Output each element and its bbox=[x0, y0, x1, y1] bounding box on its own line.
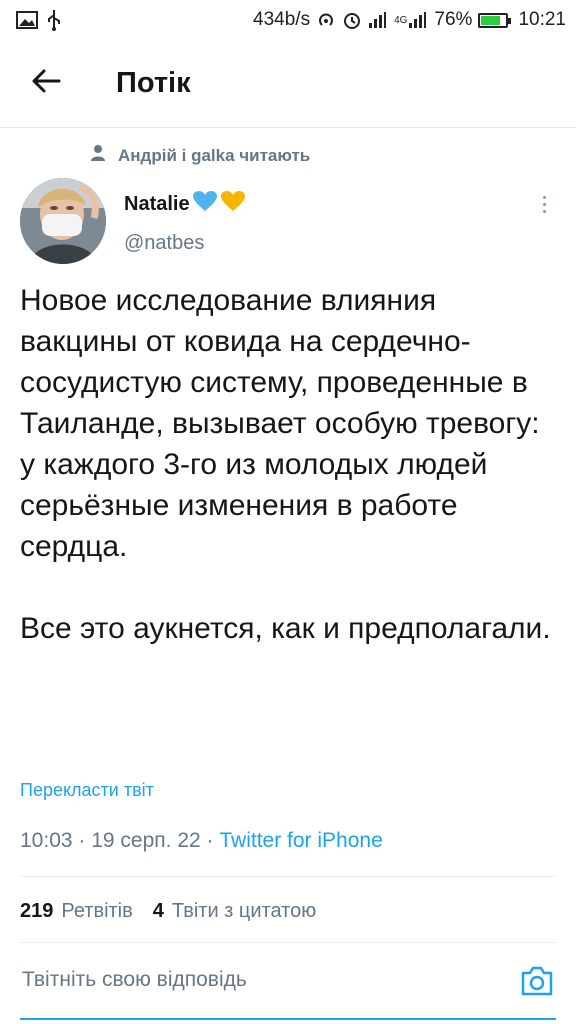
tweet-stats: 219 Ретвітів 4 Твіти з цитатою bbox=[20, 900, 316, 923]
blue-heart-icon bbox=[192, 190, 218, 218]
camera-button[interactable] bbox=[518, 964, 556, 1002]
usb-icon bbox=[46, 9, 62, 31]
image-icon bbox=[16, 11, 38, 29]
tweet-text: Новое исследование влияния вакцины от ко… bbox=[20, 280, 560, 649]
retweets-label: Ретвітів bbox=[61, 900, 133, 922]
quotes-stat[interactable]: 4 Твіти з цитатою bbox=[153, 900, 316, 923]
more-options-button[interactable] bbox=[534, 190, 554, 218]
avatar[interactable] bbox=[20, 178, 106, 264]
tweet-paragraph: Новое исследование влияния вакцины от ко… bbox=[20, 284, 540, 563]
translate-tweet-link[interactable]: Перекласти твіт bbox=[20, 780, 154, 801]
page-title: Потік bbox=[116, 67, 191, 99]
tweet-paragraph: Все это аукнется, как и предполагали. bbox=[20, 612, 551, 645]
tweet-meta: 10:03 · 19 серп. 22 · Twitter for iPhone bbox=[20, 829, 383, 853]
more-dot bbox=[542, 202, 546, 206]
author-name[interactable]: Natalie bbox=[124, 190, 246, 218]
clock: 10:21 bbox=[518, 9, 566, 30]
social-context-text: Андрій і galka читають bbox=[118, 145, 311, 165]
battery-icon bbox=[478, 12, 512, 28]
divider bbox=[20, 942, 556, 943]
quotes-count: 4 bbox=[152, 900, 164, 922]
more-dot bbox=[542, 209, 546, 213]
status-bar-left bbox=[16, 9, 62, 31]
author-name-text: Natalie bbox=[124, 192, 190, 215]
battery-percent: 76% bbox=[434, 9, 473, 30]
signal-icon bbox=[368, 11, 388, 29]
social-context[interactable]: Андрій і galka читають bbox=[90, 144, 310, 167]
meta-separator: · bbox=[206, 829, 220, 852]
quotes-label: Твіти з цитатою bbox=[171, 900, 317, 922]
meta-separator: · bbox=[78, 829, 92, 852]
alarm-icon bbox=[342, 10, 362, 30]
hotspot-icon bbox=[316, 10, 336, 30]
signal-4g-icon: 4G bbox=[394, 11, 428, 29]
retweets-count: 219 bbox=[20, 900, 54, 922]
status-bar-right: 434b/s 4G 76% 10:21 bbox=[253, 9, 566, 31]
app-header: Потік bbox=[0, 40, 576, 128]
tweet-time: 10:03 bbox=[20, 829, 73, 852]
author-handle[interactable]: @natbes bbox=[124, 232, 204, 255]
network-type: 4G bbox=[394, 14, 408, 26]
arrow-left-icon bbox=[31, 69, 61, 98]
divider bbox=[20, 876, 556, 877]
reply-input[interactable]: Твітніть свою відповідь bbox=[22, 968, 247, 992]
battery-level bbox=[481, 15, 500, 25]
yellow-heart-icon bbox=[220, 190, 246, 218]
tweet-date: 19 серп. 22 bbox=[91, 829, 201, 852]
avatar-photo bbox=[20, 178, 106, 264]
reply-underline bbox=[20, 1018, 556, 1020]
person-icon bbox=[90, 144, 106, 167]
back-button[interactable] bbox=[16, 54, 76, 114]
tweet-source-link[interactable]: Twitter for iPhone bbox=[219, 829, 382, 852]
status-bar: 434b/s 4G 76% 10:21 bbox=[0, 0, 576, 40]
more-dot bbox=[542, 195, 546, 199]
camera-icon bbox=[520, 965, 554, 1002]
network-speed: 434b/s bbox=[253, 9, 311, 30]
retweets-stat[interactable]: 219 Ретвітів bbox=[20, 900, 133, 923]
